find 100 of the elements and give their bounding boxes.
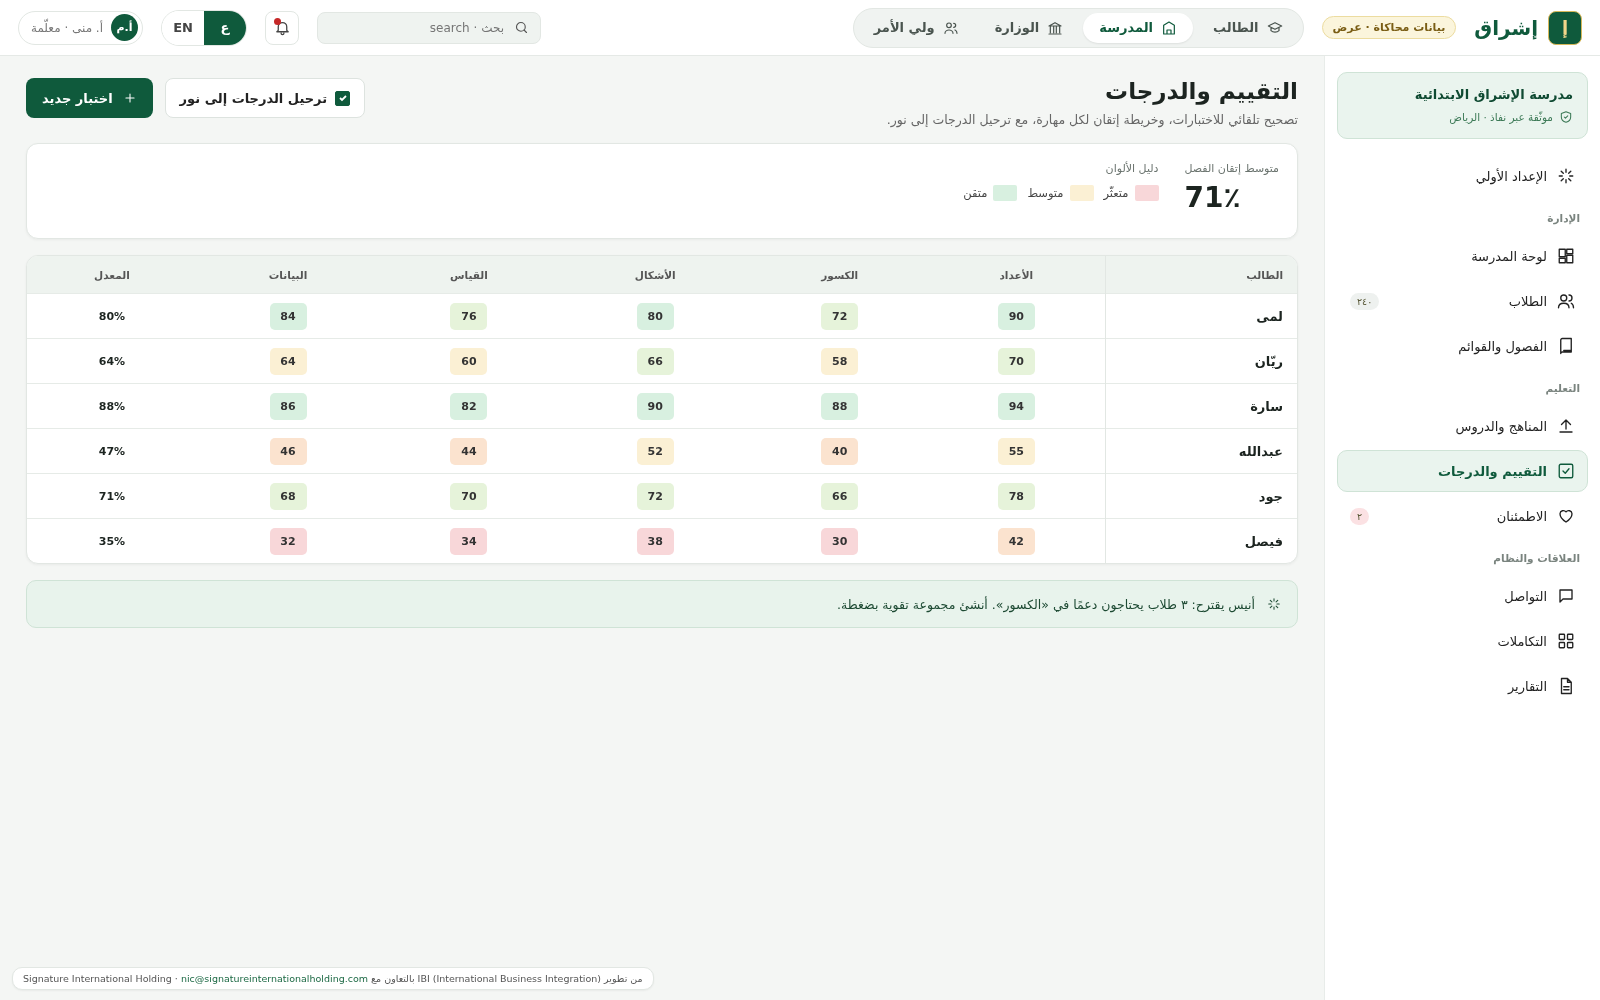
score-chip: 82 — [450, 392, 488, 420]
score-chip: 42 — [997, 527, 1035, 555]
column-header: البيانات — [196, 256, 380, 294]
bank-icon — [1047, 19, 1064, 36]
score-chip: 80 — [636, 302, 674, 330]
demo-badge: بيانات محاكاة · عرض — [1321, 16, 1457, 39]
mastery-label: متوسط إتقان الفصل — [1184, 162, 1279, 175]
score-chip: 94 — [997, 392, 1035, 420]
sidebar-section-label: العلاقات والنظام — [1492, 551, 1581, 567]
score-chip: 30 — [821, 527, 859, 555]
score-chip: 76 — [450, 302, 488, 330]
book-icon — [1557, 337, 1575, 355]
suggestion-text: أنيس يقترح: ٣ طلاب يحتاجون دعمًا في «الكسور». أنشئ مجموعة تقوية بضغطة. — [837, 596, 1255, 612]
building-icon — [1161, 19, 1177, 36]
page-subtitle: تصحيح تلقائي للاختبارات، وخريطة إتقان لكل مهارة، مع ترحيل الدرجات إلى نور. — [885, 112, 1298, 127]
score-chip: 32 — [269, 527, 307, 555]
upload-icon — [1557, 417, 1575, 435]
new-test-button[interactable]: اختبار جديد — [26, 78, 153, 118]
score-chip: 90 — [997, 302, 1035, 330]
sidebar-item[interactable]: الفصول والقوائم — [1337, 325, 1588, 367]
sidebar-section-label: الإدارة — [1546, 211, 1581, 227]
legend-label: متعثّر — [1103, 186, 1129, 200]
sidebar-item[interactable]: الطلاب ٢٤٠ — [1337, 280, 1588, 322]
score-chip: 38 — [636, 527, 674, 555]
user-name: أ. منى · معلّمة — [31, 20, 104, 35]
student-name: فيصل — [1105, 518, 1297, 563]
average-value: 71% — [98, 490, 126, 503]
student-name: لمى — [1105, 293, 1297, 339]
email-link[interactable]: nic@signatureinternationalholding.com — [180, 973, 368, 984]
sidebar-item[interactable]: التقارير — [1337, 665, 1588, 707]
score-chip: 70 — [450, 482, 488, 510]
column-header: الأشكال — [558, 256, 752, 294]
plus-icon — [122, 91, 137, 105]
legend-title: دليل الألوان — [1104, 162, 1159, 175]
column-header: الأعداد — [927, 256, 1106, 294]
score-chip: 84 — [269, 302, 307, 330]
score-chip: 40 — [821, 437, 859, 465]
role-tab[interactable]: المدرسة — [1083, 12, 1193, 43]
sparkle-icon — [1557, 167, 1575, 185]
sidebar-item[interactable]: التواصل — [1337, 575, 1588, 617]
score-chip: 72 — [636, 482, 674, 510]
role-tab[interactable]: الطالب — [1197, 12, 1299, 43]
sidebar-item[interactable]: التقييم والدرجات — [1337, 450, 1588, 492]
student-name: ريّان — [1105, 338, 1297, 384]
average-value: 80% — [98, 310, 126, 323]
average-value: 35% — [98, 535, 126, 548]
average-value: 47% — [98, 445, 126, 458]
legend-label: متوسط — [1027, 186, 1064, 200]
grid-icon — [1557, 632, 1575, 650]
sync-toggle-button[interactable]: ترحيل الدرجات إلى نور — [164, 78, 366, 118]
user-avatar: أ.م — [111, 14, 139, 41]
score-chip: 58 — [821, 347, 859, 375]
heart-icon — [1557, 507, 1575, 525]
column-header: الطالب — [1105, 256, 1297, 294]
checkbox-icon — [1557, 462, 1575, 480]
score-chip: 64 — [269, 347, 307, 375]
checkbox[interactable] — [335, 90, 351, 106]
score-chip: 86 — [269, 392, 307, 420]
column-header: القياس — [379, 256, 559, 294]
score-chip: 68 — [269, 482, 307, 510]
mastery-value: 71٪ — [1184, 181, 1242, 214]
average-value: 88% — [98, 400, 126, 413]
score-chip: 88 — [821, 392, 859, 420]
column-header: الكسور — [751, 256, 928, 294]
student-name: سارة — [1105, 383, 1297, 429]
shield-check-icon — [1559, 110, 1573, 124]
page-title: التقييم والدرجات — [1104, 78, 1298, 104]
user-menu[interactable]: أ.م أ. منى · معلّمة — [18, 10, 144, 45]
search-icon — [514, 19, 530, 35]
bell-icon — [273, 19, 291, 36]
search-field[interactable]: بحث · search — [317, 11, 542, 44]
score-chip: 66 — [636, 347, 674, 375]
sidebar-item[interactable]: المناهج والدروس — [1337, 405, 1588, 447]
notifications-button[interactable] — [265, 10, 300, 45]
sidebar-section-label: التعليم — [1544, 381, 1581, 397]
users-icon — [942, 19, 959, 36]
score-chip: 72 — [821, 302, 859, 330]
sidebar-item[interactable]: الاطمئنان ٢ — [1337, 495, 1588, 537]
chat-icon — [1557, 587, 1575, 605]
role-tab[interactable]: ولي الأمر — [857, 12, 975, 43]
student-name: عبدالله — [1105, 428, 1297, 474]
score-chip: 60 — [450, 347, 488, 375]
average-value: 64% — [98, 355, 126, 368]
count-badge: ٢٤٠ — [1350, 292, 1380, 310]
score-chip: 34 — [450, 527, 488, 555]
student-name: جود — [1105, 473, 1297, 519]
checkmark-icon — [337, 93, 348, 103]
score-chip: 66 — [821, 482, 859, 510]
brand-name: إشراق — [1474, 15, 1538, 40]
school-name: مدرسة الإشراق الابتدائية — [1413, 87, 1573, 102]
sidebar-item[interactable]: لوحة المدرسة — [1337, 235, 1588, 277]
sparkle-icon — [1267, 597, 1281, 611]
score-chip: 46 — [269, 437, 307, 465]
score-chip: 55 — [997, 437, 1035, 465]
sidebar-item[interactable]: التكاملات — [1337, 620, 1588, 662]
graduation-cap-icon — [1266, 19, 1283, 36]
sidebar-item[interactable]: الإعداد الأولي — [1337, 155, 1588, 197]
role-tab[interactable]: الوزارة — [978, 12, 1080, 43]
count-badge: ٢ — [1350, 507, 1370, 525]
language-option[interactable]: ع — [204, 10, 247, 45]
